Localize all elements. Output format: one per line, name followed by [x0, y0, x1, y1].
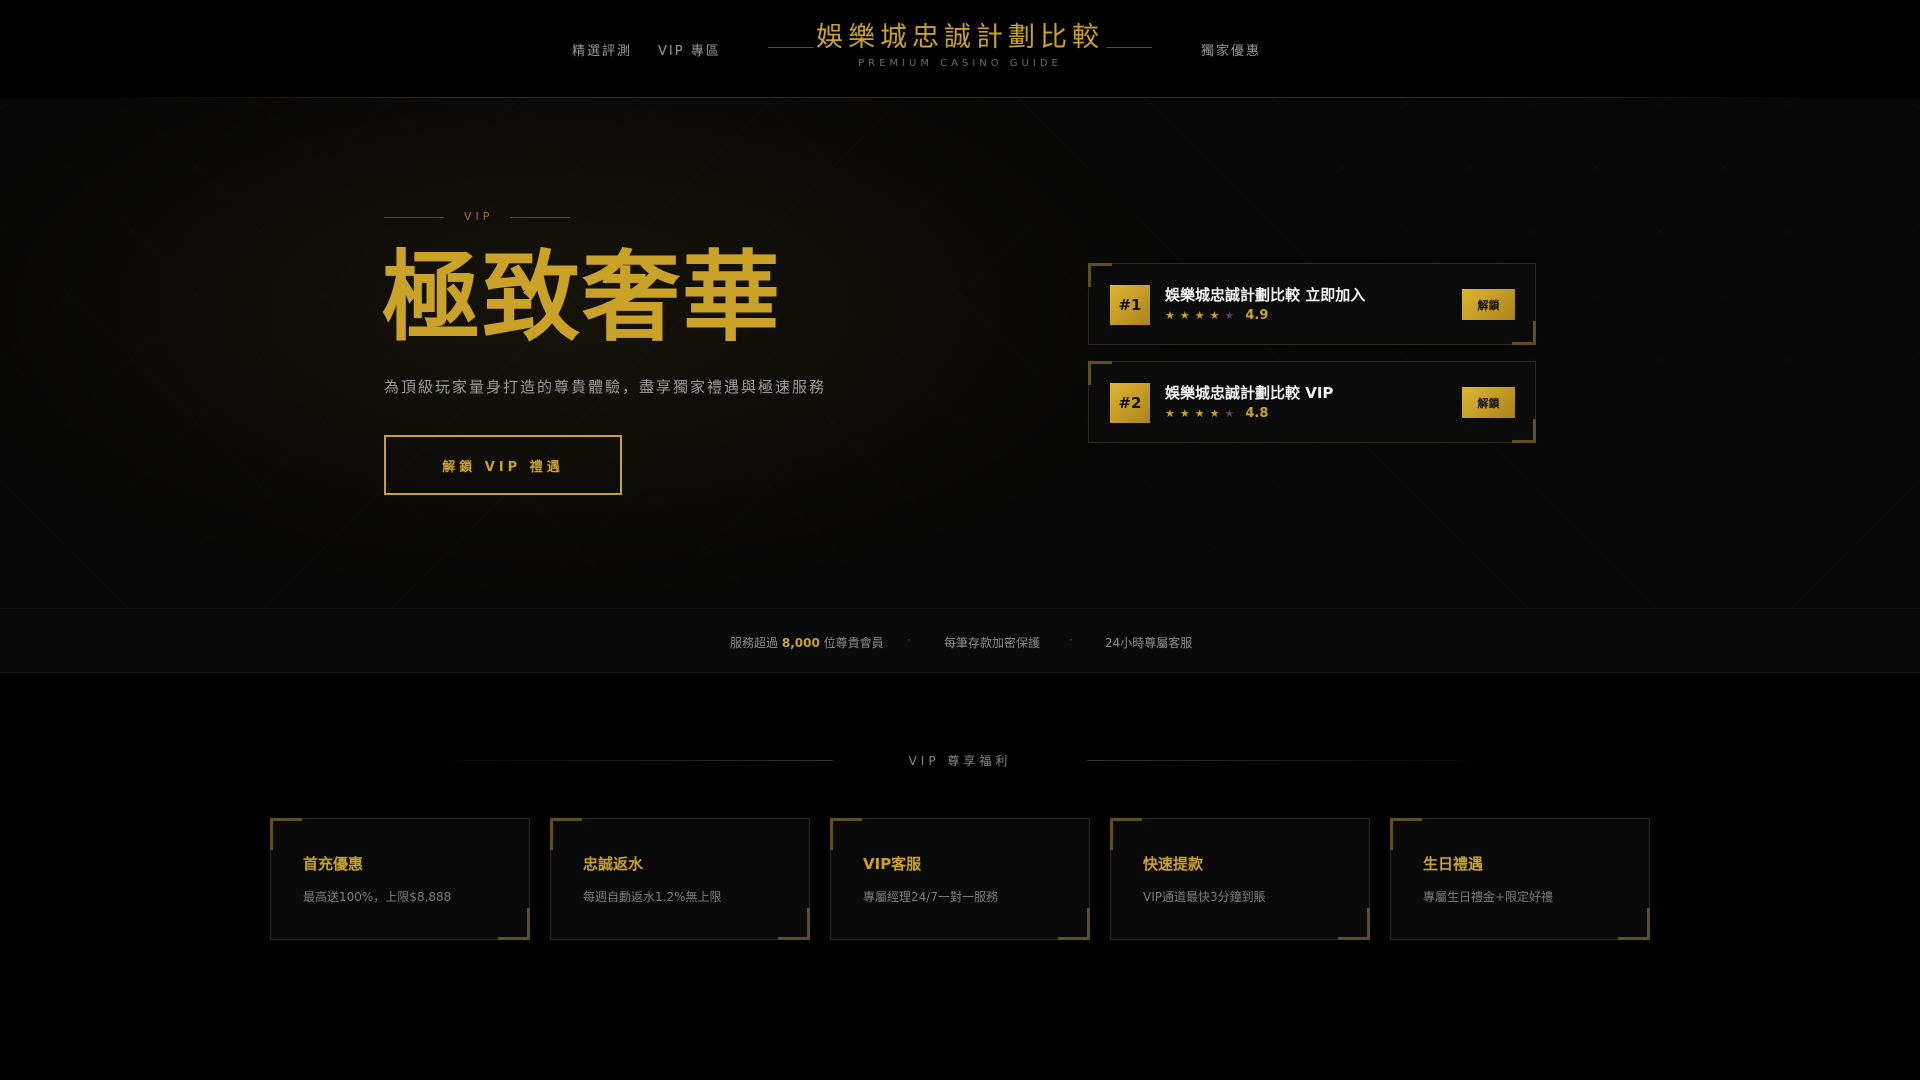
benefit-card-fast-withdrawal[interactable]: 快速提款 VIP通道最快3分鐘到賬	[1110, 818, 1370, 940]
unlock-vip-button[interactable]: 解鎖 VIP 禮遇	[384, 435, 622, 495]
benefit-description: 專屬經理24/7一對一服務	[863, 890, 998, 904]
star-icon: ★	[1209, 407, 1220, 420]
corner-accent	[1088, 263, 1112, 287]
corner-accent	[1338, 908, 1370, 940]
section-line-right	[1087, 760, 1513, 761]
benefit-card-rebate[interactable]: 忠誠返水 每週自動返水1.2%無上限	[550, 818, 810, 940]
unlock-button[interactable]: 解鎖	[1462, 387, 1515, 418]
security-stat: 每筆存款加密保護	[944, 636, 1041, 650]
star-icon: ★	[1179, 407, 1190, 420]
star-icon: ★	[1165, 407, 1175, 420]
stats-strip: 服務超過 8,000 位尊貴會員 · 每筆存款加密保護 · 24小時尊屬客服	[0, 608, 1920, 673]
corner-accent	[1390, 818, 1422, 850]
hero-title: 極致奢華	[382, 241, 783, 355]
brand-subtitle: PREMIUM CASINO GUIDE	[858, 58, 1062, 69]
members-suffix: 位尊貴會員	[823, 636, 884, 650]
stat-separator: ·	[1069, 633, 1073, 647]
casino-name[interactable]: 娛樂城忠誠計劃比較 立即加入	[1165, 284, 1365, 305]
nav-link-exclusive-offers[interactable]: 獨家優惠	[1201, 40, 1261, 59]
nav-link-vip-zone[interactable]: VIP 專區	[658, 40, 721, 59]
stat-separator: ·	[907, 633, 911, 647]
benefit-title: VIP客服	[863, 855, 922, 873]
section-title: VIP 尊享福利	[908, 754, 1012, 768]
hero-subtitle: 為頂級玩家量身打造的尊貴體驗，盡享獨家禮遇與極速服務	[384, 378, 827, 396]
benefit-description: VIP通道最快3分鐘到賬	[1143, 890, 1266, 904]
rank-badge: #2	[1110, 383, 1150, 423]
page: 精選評測 VIP 專區 娛樂城忠誠計劃比較 PREMIUM CASINO GUI…	[0, 0, 1920, 1080]
hero-eyebrow: VIP	[384, 210, 570, 224]
members-count: 8,000	[781, 636, 820, 650]
star-rating: ★ ★ ★ ★ ★ 4.8	[1165, 406, 1268, 422]
benefits-heading: VIP 尊享福利	[0, 752, 1920, 768]
casino-name[interactable]: 娛樂城忠誠計劃比較 VIP	[1165, 382, 1333, 403]
benefit-title: 生日禮遇	[1423, 855, 1484, 873]
ranking-card[interactable]: #2 娛樂城忠誠計劃比較 VIP ★ ★ ★ ★ ★ 4.8 解鎖	[1088, 361, 1536, 443]
benefit-card-vip-support[interactable]: VIP客服 專屬經理24/7一對一服務	[830, 818, 1090, 940]
hero-section: VIP 極致奢華 為頂級玩家量身打造的尊貴體驗，盡享獨家禮遇與極速服務 解鎖 V…	[0, 98, 1920, 608]
benefit-description: 專屬生日禮金+限定好禮	[1423, 890, 1554, 904]
brand-title: 娛樂城忠誠計劃比較	[816, 22, 1104, 53]
eyebrow-line-left	[384, 217, 444, 218]
rank-badge: #1	[1110, 285, 1150, 325]
corner-accent	[498, 908, 530, 940]
corner-accent	[1512, 419, 1536, 443]
support-stat: 24小時尊屬客服	[1105, 636, 1193, 650]
unlock-button[interactable]: 解鎖	[1462, 289, 1515, 320]
star-icon: ★	[1224, 309, 1235, 322]
brand-logo[interactable]: 娛樂城忠誠計劃比較 PREMIUM CASINO GUIDE	[760, 20, 1160, 69]
brand-divider-right	[1106, 47, 1152, 48]
ranking-card[interactable]: #1 娛樂城忠誠計劃比較 立即加入 ★ ★ ★ ★ ★ 4.9 解鎖	[1088, 263, 1536, 345]
rating-score: 4.8	[1245, 406, 1269, 421]
corner-accent	[1110, 818, 1142, 850]
star-icon: ★	[1165, 309, 1175, 322]
benefit-title: 首充優惠	[303, 855, 364, 873]
nav-link-reviews[interactable]: 精選評測	[572, 40, 632, 59]
corner-accent	[1058, 908, 1090, 940]
site-header: 精選評測 VIP 專區 娛樂城忠誠計劃比較 PREMIUM CASINO GUI…	[0, 0, 1920, 98]
benefit-description: 每週自動返水1.2%無上限	[583, 890, 722, 904]
benefit-card-first-deposit[interactable]: 首充優惠 最高送100%，上限$8,888	[270, 818, 530, 940]
corner-accent	[778, 908, 810, 940]
benefit-card-birthday[interactable]: 生日禮遇 專屬生日禮金+限定好禮	[1390, 818, 1650, 940]
rating-score: 4.9	[1245, 308, 1269, 323]
corner-accent	[550, 818, 582, 850]
members-prefix: 服務超過	[730, 636, 779, 650]
benefit-description: 最高送100%，上限$8,888	[303, 890, 452, 904]
star-icon: ★	[1224, 407, 1235, 420]
star-icon: ★	[1194, 309, 1205, 322]
corner-accent	[1618, 908, 1650, 940]
star-rating: ★ ★ ★ ★ ★ 4.9	[1165, 308, 1268, 324]
star-icon: ★	[1179, 309, 1190, 322]
corner-accent	[830, 818, 862, 850]
eyebrow-text: VIP	[464, 210, 494, 223]
members-stat: 服務超過 8,000 位尊貴會員	[730, 634, 884, 651]
star-icon: ★	[1194, 407, 1205, 420]
corner-accent	[270, 818, 302, 850]
star-icon: ★	[1209, 309, 1220, 322]
corner-accent	[1088, 361, 1112, 385]
benefit-title: 忠誠返水	[583, 855, 644, 873]
corner-accent	[1512, 321, 1536, 345]
eyebrow-line-right	[510, 217, 570, 218]
benefit-title: 快速提款	[1143, 855, 1204, 873]
